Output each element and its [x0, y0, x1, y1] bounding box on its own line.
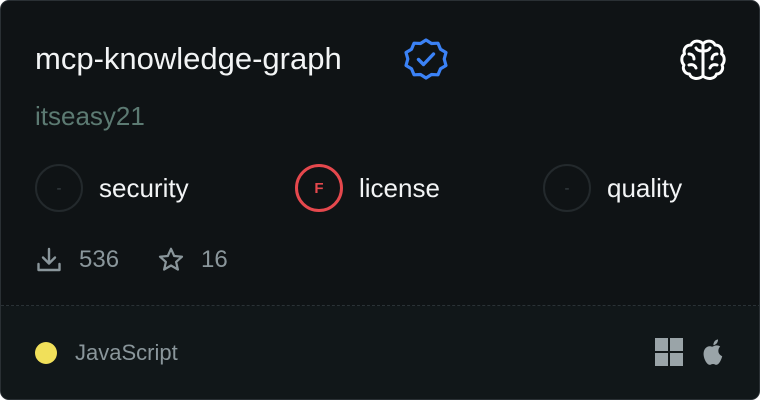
language-color-dot: [35, 342, 57, 364]
quality-label: quality: [607, 173, 683, 203]
security-grade-badge: -: [35, 164, 83, 212]
package-title[interactable]: mcp-knowledge-graph: [35, 39, 342, 79]
star-icon: [158, 247, 184, 271]
verified-badge-icon: [404, 38, 448, 80]
apple-icon: [703, 339, 723, 365]
security-label: security: [99, 173, 189, 203]
downloads-count: 536: [79, 246, 120, 273]
stars-count: 16: [201, 246, 228, 273]
server-card[interactable]: mcp-knowledge-graph itseasy21 - security…: [0, 0, 760, 400]
brain-icon: [680, 39, 726, 80]
download-icon: [37, 247, 61, 272]
windows-icon: [655, 338, 683, 366]
author-name[interactable]: itseasy21: [35, 100, 145, 132]
language-label: JavaScript: [75, 340, 178, 365]
license-grade-badge: F: [295, 164, 343, 212]
quality-grade-badge: -: [543, 164, 591, 212]
license-label: license: [359, 173, 440, 203]
